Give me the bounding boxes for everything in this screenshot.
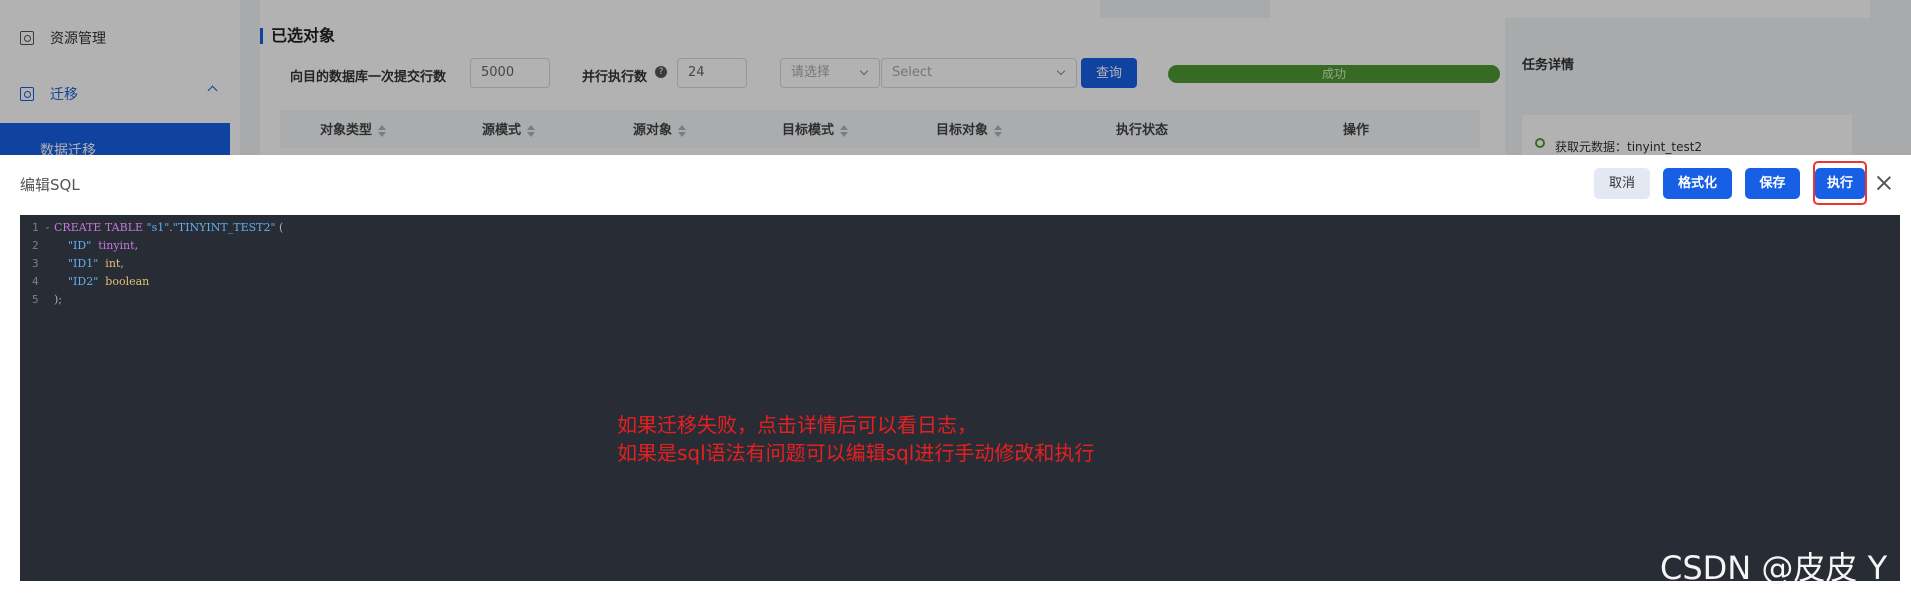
chevron-down-icon: [1056, 66, 1066, 76]
code-line[interactable]: CREATE TABLE "s1"."TINYINT_TEST2" (: [54, 219, 283, 237]
sidebar-item-resource[interactable]: 资源管理: [0, 16, 240, 60]
help-icon[interactable]: ?: [655, 66, 667, 78]
code-line[interactable]: "ID1" int,: [54, 255, 283, 273]
code-line[interactable]: "ID" tinyint,: [54, 237, 283, 255]
code-line[interactable]: );: [54, 291, 283, 309]
code-token: ,: [120, 257, 124, 270]
edit-sql-dialog: 编辑SQL 取消 格式化 保存 执行 1 2 3 4 5 ⌄ CREATE TA…: [0, 155, 1911, 597]
annotation-line: 如果迁移失败，点击详情后可以看日志，: [617, 413, 977, 437]
batch-size-input[interactable]: 5000: [470, 58, 550, 88]
line-number: 2: [32, 239, 39, 252]
annotation-line: 如果是sql语法有问题可以编辑sql进行手动修改和执行: [617, 441, 1095, 465]
code-token: "TINYINT_TEST2": [172, 221, 276, 234]
object-select[interactable]: Select: [881, 58, 1077, 88]
code-token: (: [275, 221, 284, 234]
close-icon[interactable]: [1874, 173, 1894, 193]
progress-bar: 成功: [1168, 65, 1500, 83]
column-header[interactable]: 对象类型: [320, 119, 386, 138]
code-token: boolean: [105, 275, 150, 288]
code-token: ,: [134, 239, 139, 252]
sort-icon: [527, 125, 535, 137]
column-header[interactable]: 源模式: [482, 119, 535, 138]
select-placeholder: 请选择: [791, 65, 831, 80]
sidebar-subitem-label: 数据迁移: [40, 143, 96, 155]
code-token: "ID2": [68, 275, 99, 288]
progress-text: 成功: [1321, 67, 1346, 81]
line-number: 3: [32, 257, 39, 270]
code-content[interactable]: CREATE TABLE "s1"."TINYINT_TEST2" ( "ID"…: [54, 219, 283, 309]
code-token: tinyint: [98, 239, 135, 252]
column-header[interactable]: 源对象: [633, 119, 686, 138]
main-content: 已选对象 向目的数据库一次提交行数 5000 并行执行数 ? 24 请选择 Se…: [240, 0, 1911, 155]
code-token: "ID": [68, 239, 92, 252]
column-header: 操作: [1343, 123, 1370, 138]
code-line[interactable]: "ID2" boolean: [54, 273, 283, 291]
code-token: "s1": [146, 221, 170, 234]
migrate-icon: [20, 87, 34, 101]
section-title: 已选对象: [260, 28, 335, 44]
top-card: [1270, 0, 1870, 18]
code-token: "ID1": [68, 257, 99, 270]
task-detail-item: 获取元数据：tinyint_test2: [1555, 140, 1703, 154]
sql-editor[interactable]: 1 2 3 4 5 ⌄ CREATE TABLE "s1"."TINYINT_T…: [20, 215, 1900, 581]
line-gutter: 1 2 3 4 5 ⌄: [20, 219, 51, 309]
sidebar: 资源管理 迁移 数据迁移: [0, 0, 240, 155]
sidebar-item-label: 资源管理: [50, 31, 106, 47]
fold-arrow-icon[interactable]: ⌄: [44, 222, 51, 231]
batch-size-label: 向目的数据库一次提交行数: [290, 70, 447, 85]
save-button[interactable]: 保存: [1745, 168, 1800, 199]
chevron-down-icon: [859, 66, 869, 76]
cancel-button[interactable]: 取消: [1594, 168, 1650, 199]
format-button[interactable]: 格式化: [1663, 168, 1732, 199]
table-header: [280, 110, 1480, 148]
code-token: CREATE TABLE: [54, 221, 147, 234]
line-number: 5: [32, 293, 39, 306]
resource-icon: [20, 31, 34, 45]
sort-icon: [994, 125, 1002, 137]
dialog-title: 编辑SQL: [20, 176, 80, 194]
chevron-up-icon: [207, 85, 218, 96]
parallel-input[interactable]: 24: [677, 58, 747, 88]
sidebar-item-data-migration[interactable]: 数据迁移: [0, 123, 230, 155]
code-token: int: [105, 257, 121, 270]
top-card: [260, 0, 1100, 18]
column-header: 执行状态: [1116, 123, 1169, 138]
line-number: 4: [32, 275, 39, 288]
column-header[interactable]: 目标模式: [782, 119, 848, 138]
watermark: CSDN @皮皮 Y: [1660, 549, 1888, 587]
sort-icon: [840, 125, 848, 137]
sidebar-item-migrate[interactable]: 迁移: [0, 72, 240, 116]
select-placeholder: Select: [892, 65, 933, 80]
code-token: );: [54, 293, 62, 306]
sort-icon: [678, 125, 686, 137]
column-header[interactable]: 目标对象: [936, 119, 1002, 138]
sort-icon: [378, 125, 386, 137]
task-detail-title: 任务详情: [1522, 58, 1575, 73]
query-button[interactable]: 查询: [1081, 58, 1137, 88]
execute-button[interactable]: 执行: [1815, 168, 1865, 199]
filter-select[interactable]: 请选择: [780, 58, 880, 88]
status-dot-icon: [1535, 138, 1545, 148]
annotation: 如果迁移失败，点击详情后可以看日志， 如果是sql语法有问题可以编辑sql进行手…: [617, 411, 1094, 467]
parallel-label: 并行执行数: [582, 70, 648, 85]
background-page: 资源管理 迁移 数据迁移 已选对象 向目的数据库一次提交行数 5000 并行执行…: [0, 0, 1911, 155]
sidebar-item-label: 迁移: [50, 87, 78, 103]
